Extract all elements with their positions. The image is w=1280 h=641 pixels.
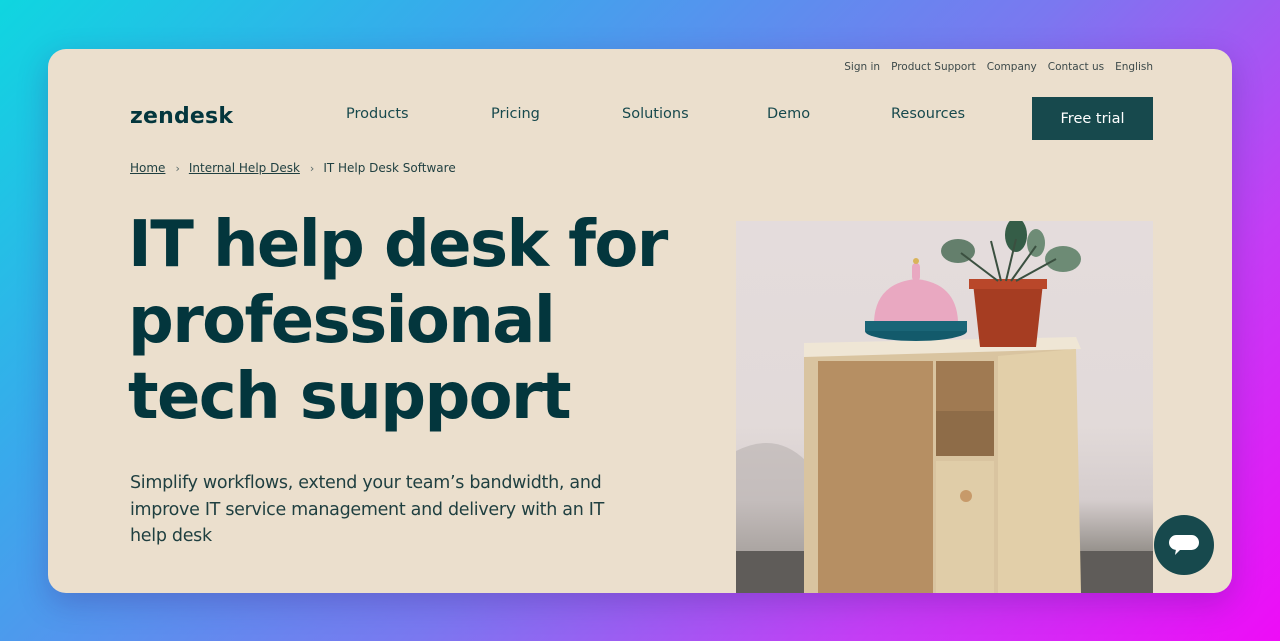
breadcrumb-current: IT Help Desk Software (323, 161, 456, 175)
headline-line: professional (128, 284, 556, 358)
zendesk-logo[interactable]: zendesk (130, 104, 233, 129)
free-trial-button[interactable]: Free trial (1032, 97, 1153, 140)
nav-products[interactable]: Products (346, 106, 409, 122)
headline-line: tech support (128, 360, 572, 434)
page-card: Sign in Product Support Company Contact … (48, 49, 1232, 593)
chat-widget-button[interactable] (1154, 515, 1214, 575)
utility-link-product-support[interactable]: Product Support (891, 61, 976, 73)
breadcrumb: Home › Internal Help Desk › IT Help Desk… (130, 161, 456, 175)
breadcrumb-home[interactable]: Home (130, 161, 165, 175)
chevron-right-icon: › (309, 161, 315, 175)
hero-subtitle: Simplify workflows, extend your team’s b… (130, 473, 605, 546)
nav-pricing[interactable]: Pricing (491, 106, 540, 122)
language-selector[interactable]: English (1115, 61, 1153, 73)
nav-resources[interactable]: Resources (891, 106, 965, 122)
nav-solutions[interactable]: Solutions (622, 106, 689, 122)
page-title: IT help desk for professional tech suppo… (128, 207, 688, 435)
hero-image (736, 221, 1153, 593)
utility-link-sign-in[interactable]: Sign in (844, 61, 880, 73)
utility-link-contact-us[interactable]: Contact us (1048, 61, 1104, 73)
headline-line: IT help desk for (128, 208, 668, 282)
utility-link-company[interactable]: Company (987, 61, 1037, 73)
chevron-right-icon: › (175, 161, 180, 175)
utility-nav: Sign in Product Support Company Contact … (844, 61, 1153, 73)
chat-bubble-icon (1169, 535, 1199, 555)
breadcrumb-internal-help-desk[interactable]: Internal Help Desk (189, 161, 300, 175)
desk-illustration (736, 221, 1153, 593)
nav-demo[interactable]: Demo (767, 106, 810, 122)
